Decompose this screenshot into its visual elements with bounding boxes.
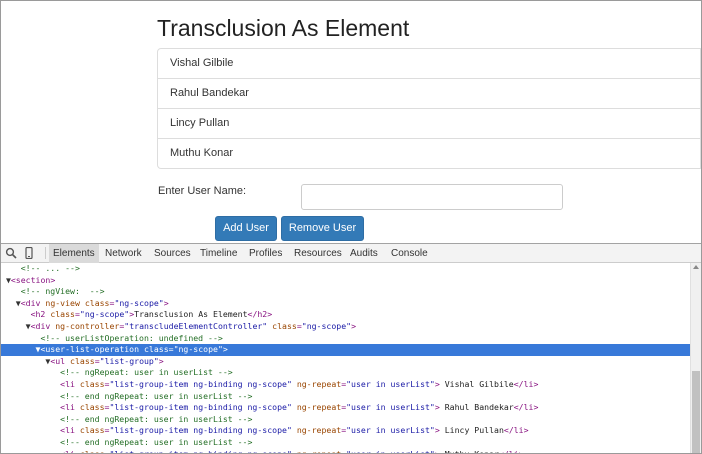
tab-audits[interactable]: Audits: [346, 244, 382, 263]
tab-profiles[interactable]: Profiles: [245, 244, 286, 263]
dom-node-line[interactable]: <li class="list-group-item ng-binding ng…: [1, 402, 690, 414]
dom-node-line[interactable]: <li class="list-group-item ng-binding ng…: [1, 379, 690, 391]
devtools-toolbar: Elements Network Sources Timeline Profil…: [1, 243, 701, 263]
tab-console[interactable]: Console: [387, 244, 432, 263]
dom-node-line[interactable]: <li class="list-group-item ng-binding ng…: [1, 449, 690, 454]
mobile-device-icon[interactable]: [23, 247, 35, 259]
page-title: Transclusion As Element: [157, 15, 410, 41]
dom-node-line[interactable]: ▼<section>: [1, 275, 690, 287]
list-item: Lincy Pullan: [157, 109, 701, 139]
remove-user-button[interactable]: Remove User: [281, 216, 364, 241]
user-name-label: Enter User Name:: [158, 185, 247, 197]
toolbar-divider: [45, 247, 46, 259]
tab-elements[interactable]: Elements: [49, 244, 99, 263]
list-item: Muthu Konar: [157, 139, 701, 169]
dom-node-line[interactable]: <!-- userListOperation: undefined -->: [1, 333, 690, 345]
dom-node-line[interactable]: <li class="list-group-item ng-binding ng…: [1, 425, 690, 437]
tab-timeline[interactable]: Timeline: [196, 244, 241, 263]
dom-node-line[interactable]: <!-- end ngRepeat: user in userList -->: [1, 437, 690, 449]
user-list: Vishal Gilbile Rahul Bandekar Lincy Pull…: [157, 48, 701, 169]
dom-node-line[interactable]: ▼<div ng-controller="transcludeElementCo…: [1, 321, 690, 333]
page-content: Transclusion As Element Vishal Gilbile R…: [1, 1, 701, 243]
tab-resources[interactable]: Resources: [290, 244, 346, 263]
magnifier-icon[interactable]: [5, 247, 17, 259]
tab-sources[interactable]: Sources: [150, 244, 195, 263]
dom-node-line[interactable]: <h2 class="ng-scope">Transclusion As Ele…: [1, 309, 690, 321]
dom-node-line[interactable]: <!-- end ngRepeat: user in userList -->: [1, 391, 690, 403]
tab-network[interactable]: Network: [101, 244, 146, 263]
browser-window: Transclusion As Element Vishal Gilbile R…: [0, 0, 702, 454]
dom-node-line[interactable]: <!-- ... -->: [1, 263, 690, 275]
devtools-panel: Elements Network Sources Timeline Profil…: [1, 243, 701, 453]
dom-node-selected[interactable]: ▼<user-list-operation class="ng-scope">: [1, 344, 690, 356]
dom-tree-scrollbar[interactable]: [690, 263, 701, 453]
list-item: Vishal Gilbile: [157, 48, 701, 79]
scrollbar-thumb[interactable]: [692, 371, 700, 453]
dom-node-line[interactable]: ▼<div ng-view class="ng-scope">: [1, 298, 690, 310]
add-user-button[interactable]: Add User: [215, 216, 277, 241]
dom-node-line[interactable]: <!-- ngRepeat: user in userList -->: [1, 367, 690, 379]
dom-node-line[interactable]: ▼<ul class="list-group">: [1, 356, 690, 368]
elements-dom-tree[interactable]: <!-- ... --> ▼<section> <!-- ngView: -->…: [1, 263, 690, 453]
user-name-input[interactable]: [301, 184, 563, 210]
list-item: Rahul Bandekar: [157, 79, 701, 109]
scroll-up-arrow-icon[interactable]: [693, 265, 699, 269]
dom-node-line[interactable]: <!-- end ngRepeat: user in userList -->: [1, 414, 690, 426]
dom-node-line[interactable]: <!-- ngView: -->: [1, 286, 690, 298]
